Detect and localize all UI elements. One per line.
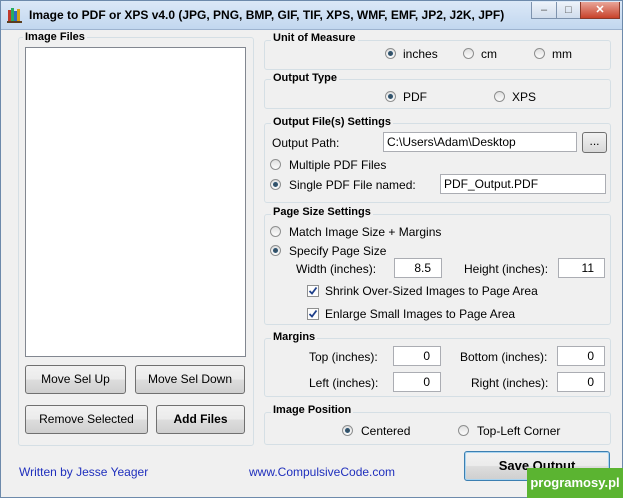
move-sel-down-button[interactable]: Move Sel Down (135, 365, 245, 394)
watermark-badge: programosy.pl (527, 468, 623, 498)
enlarge-checkbox[interactable] (307, 308, 319, 320)
height-input[interactable]: 11 (558, 258, 605, 278)
output-path-input[interactable]: C:\Users\Adam\Desktop (383, 132, 577, 152)
width-input[interactable]: 8.5 (394, 258, 442, 278)
single-pdf-label: Single PDF File named: (289, 178, 416, 192)
output-pdf-label: PDF (403, 90, 427, 104)
margin-left-input[interactable]: 0 (393, 372, 441, 392)
shrink-label: Shrink Over-Sized Images to Page Area (325, 284, 538, 298)
books-icon (7, 7, 23, 23)
enlarge-label: Enlarge Small Images to Page Area (325, 307, 516, 321)
window-title: Image to PDF or XPS v4.0 (JPG, PNG, BMP,… (29, 8, 505, 22)
website-link[interactable]: www.CompulsiveCode.com (249, 465, 395, 479)
margin-bottom-label: Bottom (inches): (460, 350, 548, 364)
unit-cm-label: cm (481, 47, 497, 61)
match-image-size-label: Match Image Size + Margins (289, 225, 442, 239)
title-bar[interactable]: Image to PDF or XPS v4.0 (JPG, PNG, BMP,… (1, 1, 622, 30)
output-files-title: Output File(s) Settings (271, 116, 393, 128)
height-label: Height (inches): (464, 262, 549, 276)
unit-mm-radio[interactable] (534, 48, 545, 59)
add-files-button[interactable]: Add Files (156, 405, 245, 434)
maximize-button[interactable]: □ (556, 2, 581, 19)
unit-inches-label: inches (403, 47, 438, 61)
remove-selected-button[interactable]: Remove Selected (25, 405, 148, 434)
output-xps-label: XPS (512, 90, 537, 104)
author-link[interactable]: Written by Jesse Yeager (19, 465, 148, 479)
width-label: Width (inches): (296, 262, 377, 276)
image-files-list[interactable] (25, 47, 246, 357)
single-pdf-radio[interactable] (270, 179, 281, 190)
unit-cm-radio[interactable] (463, 48, 474, 59)
margin-left-label: Left (inches): (309, 376, 379, 390)
position-top-left-label: Top-Left Corner (477, 424, 561, 438)
margin-top-label: Top (inches): (309, 350, 378, 364)
maximize-icon: □ (565, 4, 572, 16)
margin-top-input[interactable]: 0 (393, 346, 441, 366)
close-button[interactable]: ✕ (580, 2, 620, 19)
multiple-pdf-label: Multiple PDF Files (289, 158, 387, 172)
browse-button[interactable]: ... (582, 132, 607, 153)
checkmark-icon (308, 286, 318, 295)
unit-of-measure-title: Unit of Measure (271, 32, 358, 44)
margin-right-label: Right (inches): (471, 376, 549, 390)
output-pdf-radio[interactable] (385, 91, 396, 102)
image-files-title: Image Files (23, 31, 87, 43)
close-icon: ✕ (595, 4, 605, 16)
unit-inches-radio[interactable] (385, 48, 396, 59)
checkmark-icon (308, 309, 318, 318)
app-window: Image to PDF or XPS v4.0 (JPG, PNG, BMP,… (0, 0, 623, 498)
multiple-pdf-radio[interactable] (270, 159, 281, 170)
position-centered-radio[interactable] (342, 425, 353, 436)
output-path-label: Output Path: (272, 136, 340, 150)
margins-title: Margins (271, 331, 318, 343)
specify-page-size-label: Specify Page Size (289, 244, 387, 258)
page-size-title: Page Size Settings (271, 206, 373, 218)
match-image-size-radio[interactable] (270, 226, 281, 237)
single-pdf-name-input[interactable]: PDF_Output.PDF (440, 174, 606, 194)
margin-right-input[interactable]: 0 (557, 372, 605, 392)
specify-page-size-radio[interactable] (270, 245, 281, 256)
image-position-title: Image Position (271, 404, 354, 416)
output-xps-radio[interactable] (494, 91, 505, 102)
minimize-button[interactable]: – (531, 2, 557, 19)
move-sel-up-button[interactable]: Move Sel Up (25, 365, 126, 394)
position-top-left-radio[interactable] (458, 425, 469, 436)
shrink-checkbox[interactable] (307, 285, 319, 297)
unit-mm-label: mm (552, 47, 572, 61)
position-centered-label: Centered (361, 424, 411, 438)
minimize-icon: – (540, 4, 548, 16)
output-type-title: Output Type (271, 72, 339, 84)
margin-bottom-input[interactable]: 0 (557, 346, 605, 366)
